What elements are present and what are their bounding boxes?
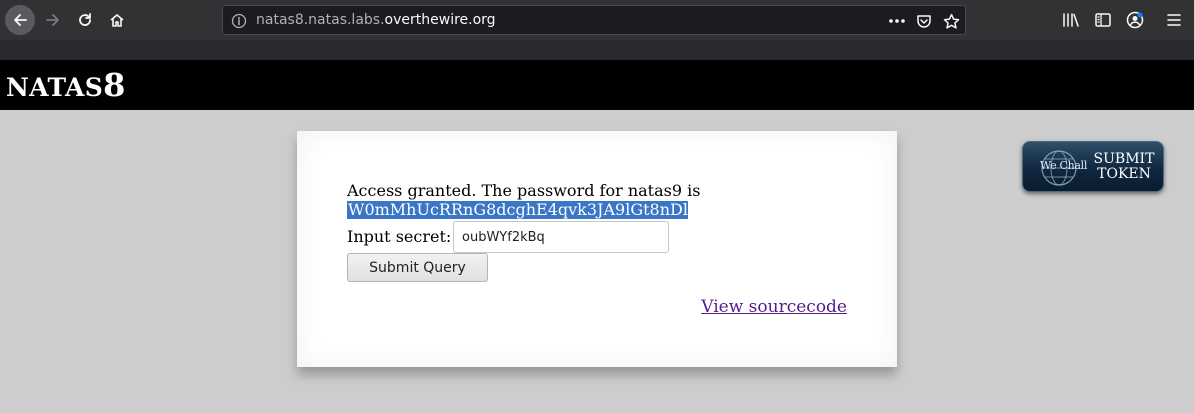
token-text: TOKEN xyxy=(1097,166,1151,182)
title-number: 8 xyxy=(103,66,126,104)
info-icon[interactable] xyxy=(231,13,247,33)
password-text[interactable]: W0mMhUcRRnG8dcghE4qvk3JA9lGt8nDl xyxy=(347,201,688,219)
title-prefix: NATAS xyxy=(6,73,104,102)
secret-label: Input secret: xyxy=(347,227,452,246)
back-button[interactable] xyxy=(5,5,35,35)
reload-button[interactable] xyxy=(70,5,100,35)
star-icon[interactable] xyxy=(940,10,962,32)
url-host: overthewire.org xyxy=(384,12,496,28)
browser-toolbar: natas8.natas.labs.overthewire.org xyxy=(0,0,1194,40)
access-message: Access granted. The password for natas9 … xyxy=(347,181,701,200)
forward-arrow-icon xyxy=(46,14,59,26)
wechall-brand: We Chall xyxy=(1040,159,1088,172)
back-arrow-icon xyxy=(14,14,27,26)
wechall-submit-token-button[interactable]: We Chall SUBMIT TOKEN xyxy=(1022,141,1164,192)
url-text: natas8.natas.labs.overthewire.org xyxy=(256,12,496,28)
pocket-icon[interactable] xyxy=(913,10,935,32)
sidebar-icon[interactable] xyxy=(1092,9,1114,31)
view-sourcecode-link[interactable]: View sourcecode xyxy=(701,297,847,317)
home-icon xyxy=(110,14,124,27)
submit-query-button[interactable]: Submit Query xyxy=(347,253,488,282)
menu-icon[interactable] xyxy=(1163,9,1185,31)
submit-text: SUBMIT xyxy=(1093,151,1155,167)
page-title: NATAS8 xyxy=(6,69,125,101)
library-icon[interactable] xyxy=(1060,9,1082,31)
secret-input[interactable] xyxy=(453,221,669,253)
home-button[interactable] xyxy=(102,5,132,35)
url-bar[interactable]: natas8.natas.labs.overthewire.org xyxy=(222,5,966,35)
url-prefix: natas8.natas.labs. xyxy=(256,12,385,28)
more-icon[interactable] xyxy=(886,10,908,32)
page-header: NATAS8 xyxy=(0,60,1194,110)
toolbar-divider xyxy=(0,40,1194,60)
content-card: Access granted. The password for natas9 … xyxy=(297,131,897,367)
forward-button[interactable] xyxy=(38,5,68,35)
reload-icon xyxy=(79,13,91,26)
account-icon[interactable] xyxy=(1124,9,1146,31)
